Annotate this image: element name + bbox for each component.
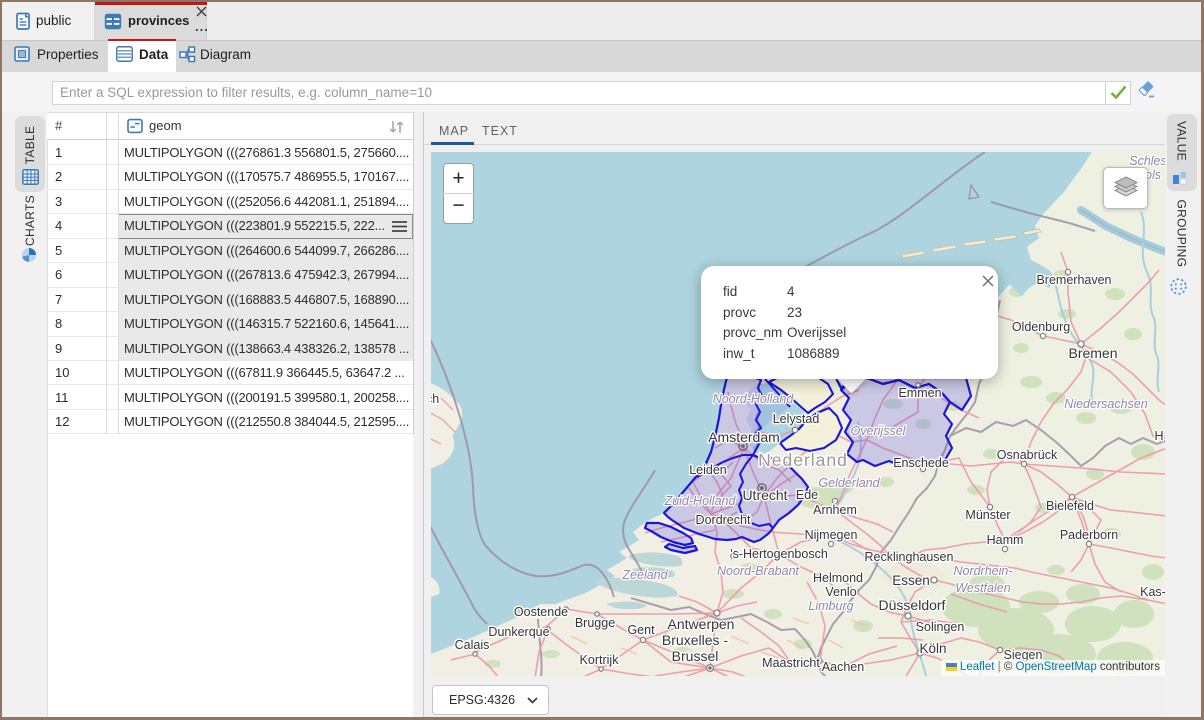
- svg-text:Bremen: Bremen: [1068, 345, 1117, 361]
- svg-text:Amsterdam: Amsterdam: [708, 429, 780, 445]
- svg-text:Oldenburg: Oldenburg: [1012, 320, 1070, 334]
- svg-text:Venlo: Venlo: [825, 585, 856, 599]
- svg-text:ch: ch: [431, 392, 439, 406]
- svg-text:Noord-Brabant: Noord-Brabant: [717, 564, 800, 578]
- svg-text:Nordrhein-: Nordrhein-: [953, 564, 1012, 578]
- svg-text:Bremerhaven: Bremerhaven: [1036, 273, 1111, 287]
- svg-text:Ede: Ede: [796, 488, 818, 502]
- svg-text:'s-Hertogenbosch: 's-Hertogenbosch: [730, 547, 828, 561]
- svg-text:Kortrijk: Kortrijk: [580, 653, 620, 667]
- svg-text:Paderborn: Paderborn: [1060, 528, 1118, 542]
- svg-text:Westfalen: Westfalen: [955, 581, 1010, 595]
- svg-text:Brussel: Brussel: [672, 648, 719, 664]
- svg-text:Leiden: Leiden: [689, 463, 727, 477]
- svg-text:Bruxelles -: Bruxelles -: [662, 632, 728, 648]
- svg-text:Niedersachsen: Niedersachsen: [1064, 397, 1147, 411]
- svg-text:Gent: Gent: [627, 623, 655, 637]
- svg-text:Aachen: Aachen: [822, 660, 864, 674]
- svg-text:Overijssel: Overijssel: [851, 424, 907, 438]
- svg-text:Solingen: Solingen: [916, 620, 965, 634]
- svg-text:Dunkerque: Dunkerque: [488, 625, 549, 639]
- svg-text:Maastricht: Maastricht: [762, 656, 820, 670]
- svg-text:Enschede: Enschede: [893, 456, 949, 470]
- svg-text:H: H: [1154, 429, 1163, 443]
- svg-text:Calais: Calais: [455, 638, 490, 652]
- svg-text:Lelystad: Lelystad: [773, 412, 820, 426]
- svg-text:Utrecht: Utrecht: [742, 487, 787, 503]
- svg-text:Düsseldorf: Düsseldorf: [879, 597, 946, 613]
- svg-text:Noord-Holland: Noord-Holland: [713, 392, 795, 406]
- svg-text:Antwerpen: Antwerpen: [668, 616, 735, 632]
- svg-text:Kas-: Kas-: [1140, 585, 1165, 599]
- svg-text:Nijmegen: Nijmegen: [805, 528, 858, 542]
- svg-text:Zeeland: Zeeland: [621, 568, 668, 582]
- svg-text:Gelderland: Gelderland: [818, 476, 880, 490]
- svg-text:Essen: Essen: [892, 573, 930, 588]
- svg-text:Helmond: Helmond: [813, 571, 863, 585]
- svg-text:Arnhem: Arnhem: [813, 503, 857, 517]
- svg-text:Münster: Münster: [965, 508, 1010, 522]
- svg-text:Nederland: Nederland: [758, 450, 848, 470]
- svg-text:Zuid-Holland: Zuid-Holland: [664, 494, 737, 508]
- svg-text:Limburg: Limburg: [808, 599, 853, 613]
- svg-text:Köln: Köln: [919, 641, 946, 656]
- svg-text:Oostende: Oostende: [514, 605, 568, 619]
- svg-text:Hamm: Hamm: [987, 533, 1024, 547]
- svg-text:Recklinghausen: Recklinghausen: [865, 550, 954, 564]
- svg-text:Dordrecht: Dordrecht: [696, 513, 751, 527]
- svg-text:Bielefeld: Bielefeld: [1046, 499, 1094, 513]
- svg-text:Brugge: Brugge: [575, 616, 615, 630]
- svg-text:Osnabrück: Osnabrück: [997, 448, 1058, 462]
- svg-text:Schles: Schles: [1129, 154, 1165, 168]
- svg-text:Emmen: Emmen: [898, 386, 941, 400]
